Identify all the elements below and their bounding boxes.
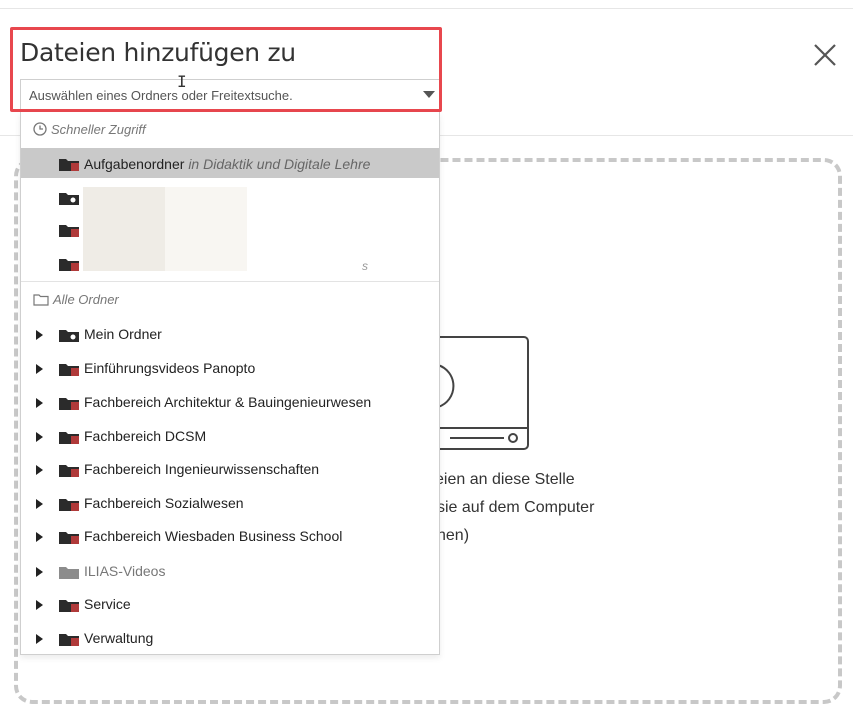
- tree-item-label: Verwaltung: [84, 630, 154, 646]
- tree-item-label: Fachbereich DCSM: [84, 428, 207, 444]
- folder-red-icon: [59, 159, 79, 171]
- folder-red-icon: [59, 532, 79, 544]
- all-folders-label: Alle Ordner: [53, 292, 119, 307]
- tree-item-label: Mein Ordner: [84, 326, 162, 342]
- tree-item-label: Fachbereich Sozialwesen: [84, 495, 244, 511]
- highlight-annotation: [10, 27, 442, 112]
- folder-star-icon: [59, 330, 79, 342]
- caret-right-icon[interactable]: [36, 364, 43, 374]
- caret-right-icon[interactable]: [36, 634, 43, 644]
- folder-gray-icon: [59, 567, 79, 579]
- clock-icon: [33, 122, 47, 136]
- tree-item-ilias-videos[interactable]: ILIAS-Videos: [21, 555, 439, 587]
- tree-item-wiesbaden-business-school[interactable]: Fachbereich Wiesbaden Business School: [21, 520, 439, 552]
- caret-right-icon[interactable]: [36, 600, 43, 610]
- folder-star-icon: [59, 193, 79, 205]
- tree-item-architektur[interactable]: Fachbereich Architektur & Bauingenieurwe…: [21, 386, 439, 418]
- caret-right-icon[interactable]: [36, 532, 43, 542]
- quick-item-context: in Didaktik und Digitale Lehre: [188, 156, 371, 172]
- tree-item-mein-ordner[interactable]: Mein Ordner: [21, 318, 439, 350]
- tree-item-label: Fachbereich Wiesbaden Business School: [84, 528, 343, 544]
- tree-item-ingenieurwissenschaften[interactable]: Fachbereich Ingenieurwissenschaften: [21, 453, 439, 485]
- quick-access-label: Schneller Zugriff: [51, 122, 146, 137]
- quick-item-redacted-1[interactable]: [21, 182, 439, 212]
- tree-item-service[interactable]: Service: [21, 588, 439, 620]
- folder-red-icon: [59, 499, 79, 511]
- quick-item-name: Aufgabenordner: [84, 156, 185, 172]
- redacted-fragment: s: [362, 259, 368, 273]
- quick-item-aufgabenordner[interactable]: Aufgabenordner in Didaktik und Digitale …: [21, 148, 439, 178]
- tree-item-label: Fachbereich Architektur & Bauingenieurwe…: [84, 394, 372, 410]
- caret-right-icon[interactable]: [36, 567, 43, 577]
- tree-item-label: Fachbereich Ingenieurwissenschaften: [84, 461, 320, 477]
- drop-hint-line2: sie auf dem Computer: [437, 499, 595, 516]
- quick-access-header: Schneller Zugriff: [33, 122, 146, 137]
- tree-item-label: ILIAS-Videos: [84, 563, 166, 579]
- tree-item-dcsm[interactable]: Fachbereich DCSM: [21, 420, 439, 452]
- folder-red-icon: [59, 600, 79, 612]
- caret-right-icon[interactable]: [36, 499, 43, 509]
- top-divider: [0, 8, 853, 9]
- quick-item-redacted-3[interactable]: [21, 248, 439, 278]
- folder-red-icon: [59, 634, 79, 646]
- folder-red-icon: [59, 432, 79, 444]
- tree-item-label: Service: [84, 596, 131, 612]
- folder-red-icon: [59, 225, 79, 237]
- tree-item-einfuehrungsvideos[interactable]: Einführungsvideos Panopto: [21, 352, 439, 384]
- section-divider: [21, 281, 439, 282]
- drop-hint-line3: hen): [437, 527, 470, 544]
- drop-hint-line1: eien an diese Stelle: [435, 471, 575, 488]
- caret-right-icon[interactable]: [36, 330, 43, 340]
- close-icon: [814, 44, 836, 66]
- folder-red-icon: [59, 398, 79, 410]
- folder-dropdown: Schneller Zugriff Aufgabenordner in Dida…: [20, 112, 440, 655]
- tree-item-label: Einführungsvideos Panopto: [84, 360, 256, 376]
- tree-item-sozialwesen[interactable]: Fachbereich Sozialwesen: [21, 487, 439, 519]
- caret-right-icon[interactable]: [36, 465, 43, 475]
- folder-red-icon: [59, 259, 79, 271]
- folder-outline-icon: [33, 294, 49, 306]
- folder-red-icon: [59, 364, 79, 376]
- tree-item-verwaltung[interactable]: Verwaltung: [21, 622, 439, 654]
- folder-red-icon: [59, 465, 79, 477]
- caret-right-icon[interactable]: [36, 398, 43, 408]
- all-folders-header: Alle Ordner: [33, 292, 119, 307]
- caret-right-icon[interactable]: [36, 432, 43, 442]
- close-button[interactable]: [808, 38, 842, 72]
- quick-item-redacted-2[interactable]: [21, 214, 439, 244]
